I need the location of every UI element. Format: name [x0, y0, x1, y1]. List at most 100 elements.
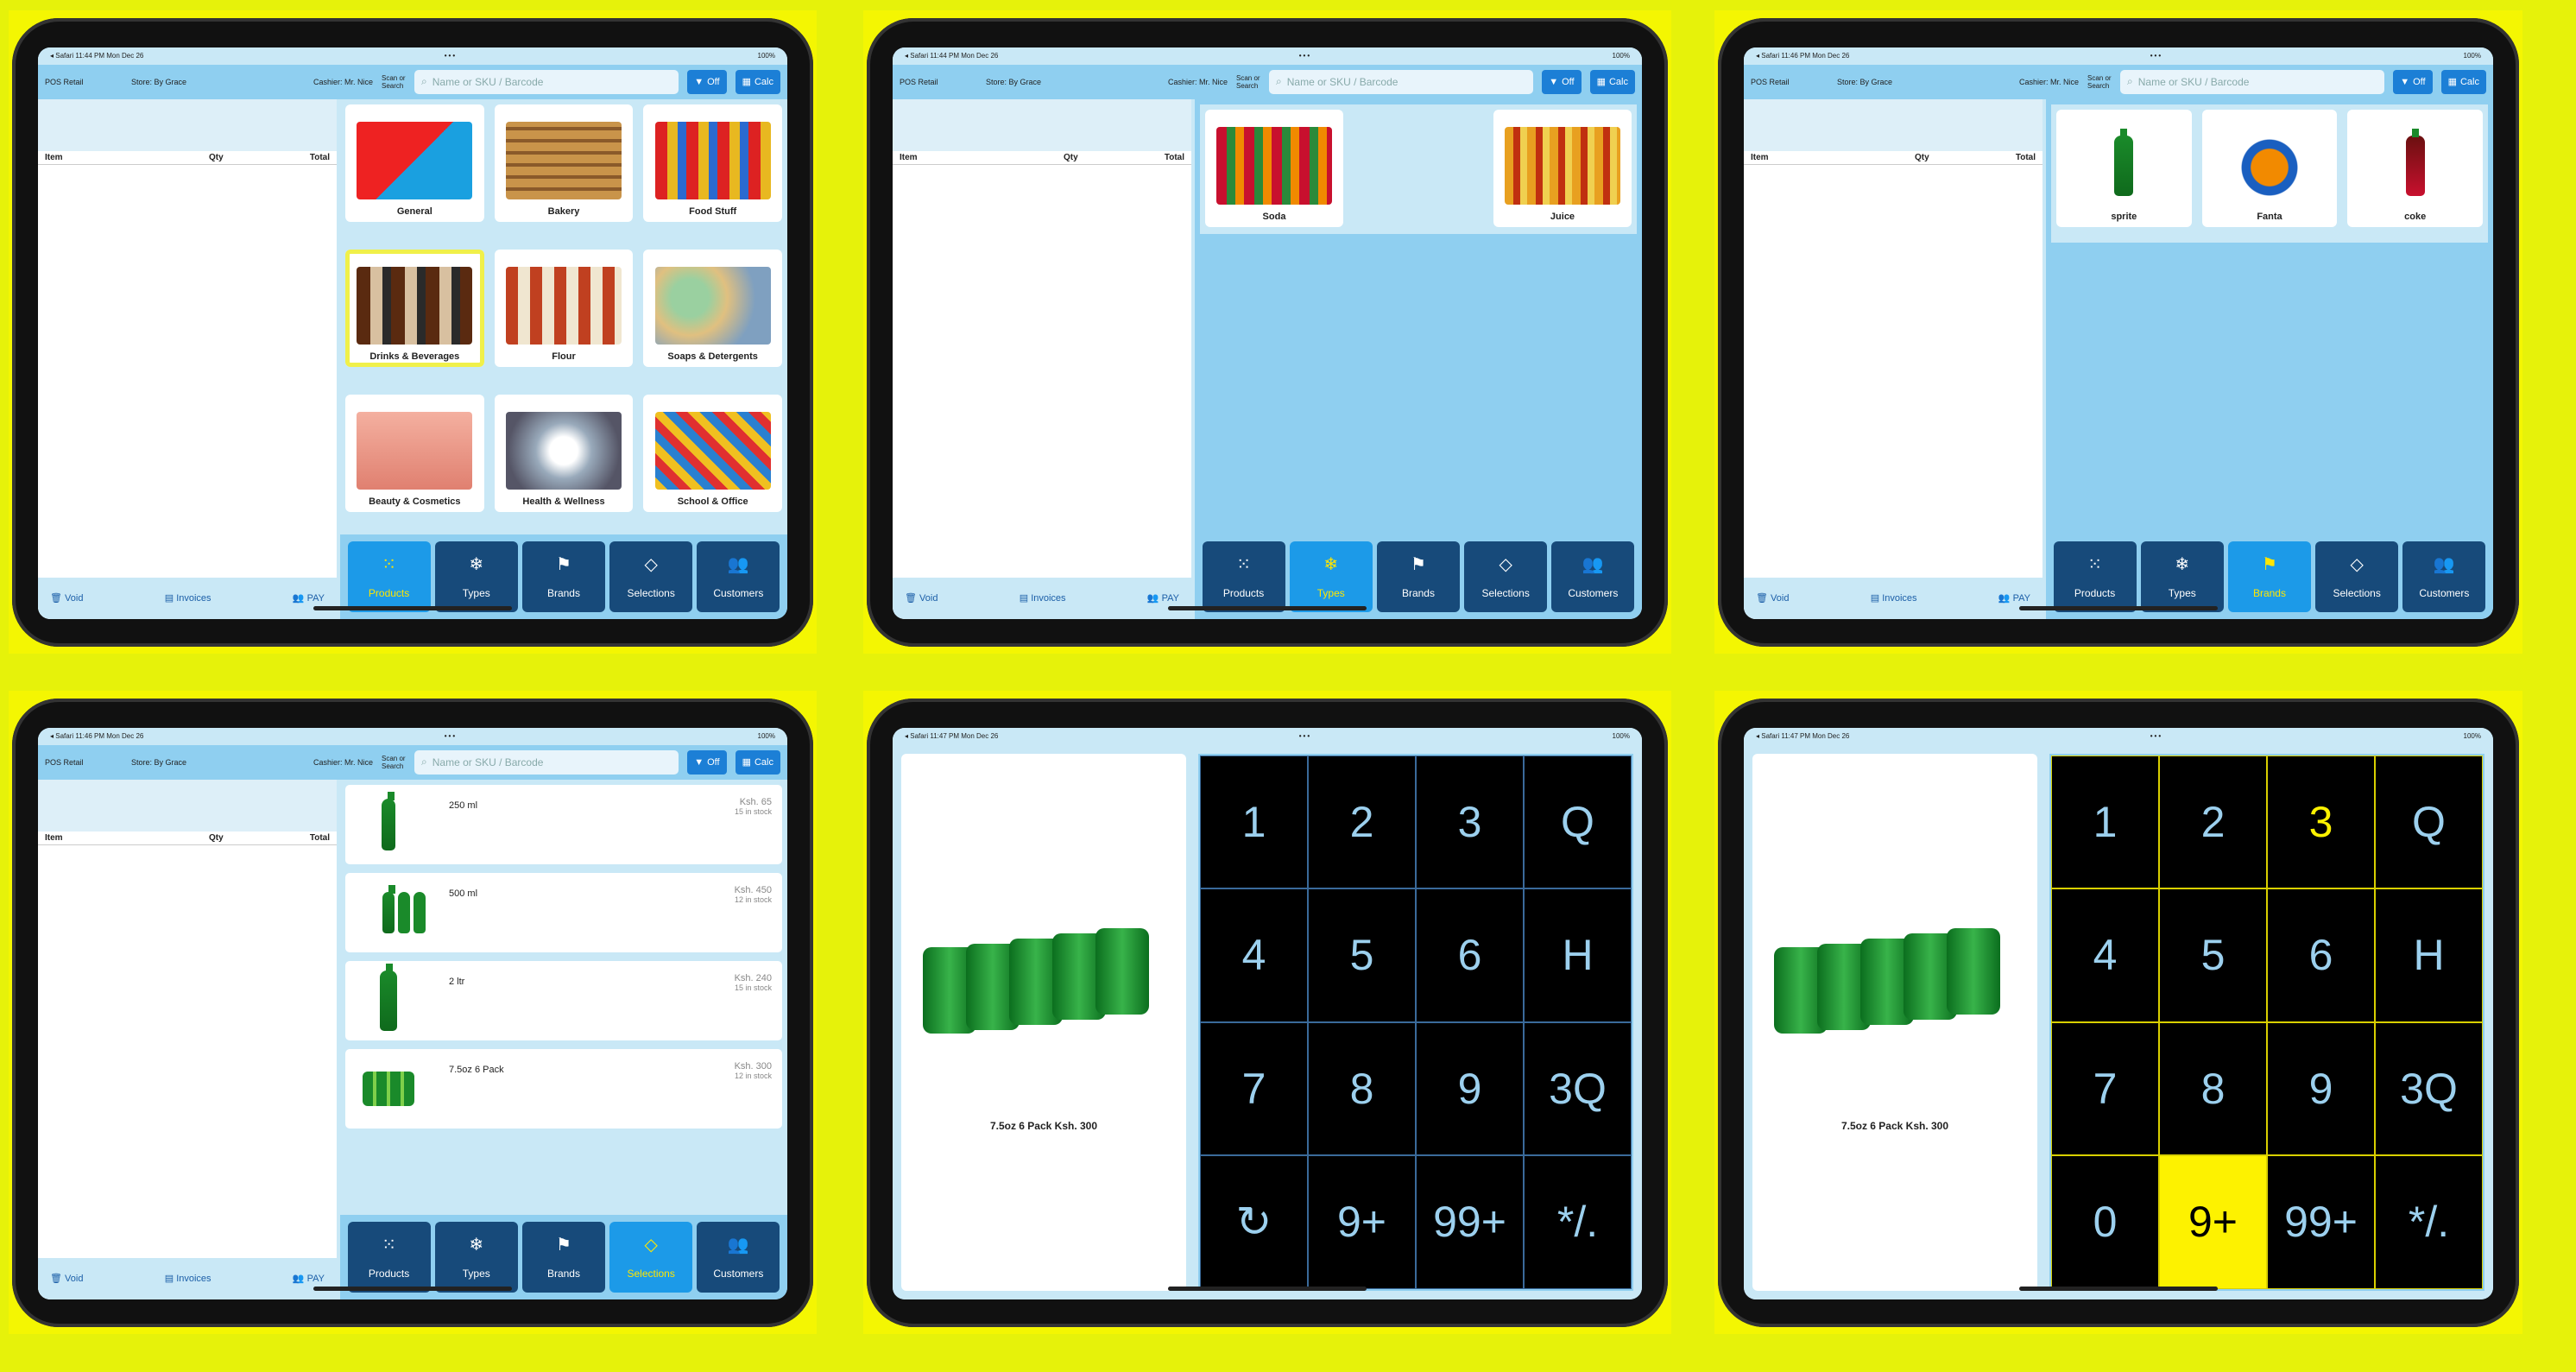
- product-row[interactable]: 500 ml Ksh. 450 12 in stock: [345, 872, 782, 952]
- home-indicator: [1168, 1286, 1367, 1291]
- category-tile-selected[interactable]: Drinks & Beverages: [345, 249, 484, 367]
- keypad-key[interactable]: H: [1524, 888, 1632, 1022]
- keypad-key[interactable]: 99+: [2267, 1155, 2375, 1289]
- type-tile[interactable]: Juice: [1493, 109, 1632, 227]
- nav-customers-button[interactable]: 👥 Customers: [1551, 541, 1635, 612]
- keypad-key[interactable]: 5: [2159, 888, 2267, 1022]
- nav-products-button[interactable]: ⁙ Products: [2053, 541, 2137, 612]
- nav-types-button[interactable]: ❄ Types: [2140, 541, 2224, 612]
- category-tile[interactable]: Flour: [494, 249, 634, 367]
- category-tile[interactable]: Bakery: [494, 104, 634, 222]
- keypad-key[interactable]: 2: [2159, 755, 2267, 888]
- category-tile[interactable]: Health & Wellness: [494, 394, 634, 512]
- keypad-key[interactable]: 9: [1416, 1021, 1524, 1155]
- void-button[interactable]: 🗑 Void: [50, 592, 83, 604]
- nav-types-button[interactable]: ❄ Types: [434, 541, 518, 612]
- filter-off-button[interactable]: ▼ Off: [687, 69, 727, 94]
- pay-button[interactable]: 👥 PAY: [293, 592, 325, 604]
- nav-brands-button[interactable]: ⚑ Brands: [521, 541, 605, 612]
- keypad-key[interactable]: 4: [1200, 888, 1308, 1022]
- cart-summary: [38, 779, 337, 831]
- nav-selections-button[interactable]: ◇ Selections: [609, 1221, 693, 1293]
- category-tile[interactable]: Food Stuff: [643, 104, 782, 222]
- brand-tile[interactable]: Fanta: [2201, 109, 2338, 227]
- invoices-button[interactable]: ▤ Invoices: [1871, 592, 1917, 604]
- invoices-button[interactable]: ▤ Invoices: [165, 1273, 212, 1284]
- nav-customers-button[interactable]: 👥 Customers: [2402, 541, 2486, 612]
- search-input[interactable]: ⌕ Name or SKU / Barcode: [2120, 69, 2385, 94]
- nav-types-button[interactable]: ❄ Types: [1289, 541, 1373, 612]
- search-input[interactable]: ⌕ Name or SKU / Barcode: [414, 69, 679, 94]
- void-button[interactable]: 🗑 Void: [50, 1273, 83, 1284]
- keypad-key[interactable]: 3Q: [1524, 1021, 1632, 1155]
- keypad-key[interactable]: 9+: [2159, 1155, 2267, 1289]
- keypad-key[interactable]: 4: [2051, 888, 2159, 1022]
- filter-off-button[interactable]: ▼ Off: [1542, 69, 1582, 94]
- keypad-key[interactable]: Q: [1524, 755, 1632, 888]
- product-row[interactable]: 2 ltr Ksh. 240 15 in stock: [345, 960, 782, 1040]
- pay-button[interactable]: 👥 PAY: [1147, 592, 1179, 604]
- home-indicator: [2019, 605, 2218, 610]
- brand-tile[interactable]: coke: [2347, 109, 2483, 227]
- keypad-key[interactable]: 6: [1416, 888, 1524, 1022]
- keypad-key[interactable]: 7: [1200, 1021, 1308, 1155]
- search-input[interactable]: ⌕ Name or SKU / Barcode: [1269, 69, 1534, 94]
- nav-customers-button[interactable]: 👥 Customers: [697, 1221, 780, 1293]
- nav-brands-button[interactable]: ⚑ Brands: [1376, 541, 1460, 612]
- invoices-button[interactable]: ▤ Invoices: [165, 592, 212, 604]
- keypad-key[interactable]: 99+: [1416, 1155, 1524, 1289]
- nav-brands-button[interactable]: ⚑ Brands: [2227, 541, 2311, 612]
- category-tile[interactable]: General: [345, 104, 484, 222]
- keypad-key[interactable]: 9: [2267, 1021, 2375, 1155]
- category-tile[interactable]: Beauty & Cosmetics: [345, 394, 484, 512]
- undo-icon[interactable]: ↻: [1200, 1155, 1308, 1289]
- calc-button[interactable]: ▦ Calc: [735, 69, 780, 94]
- nav-brands-button[interactable]: ⚑ Brands: [521, 1221, 605, 1293]
- cart-footer: 🗑 Void ▤ Invoices 👥 PAY: [893, 577, 1191, 619]
- nav-selections-button[interactable]: ◇ Selections: [609, 541, 693, 612]
- keypad-key[interactable]: 6: [2267, 888, 2375, 1022]
- calc-button[interactable]: ▦ Calc: [735, 749, 780, 775]
- keypad-key[interactable]: 0: [2051, 1155, 2159, 1289]
- category-tile[interactable]: Soaps & Detergents: [643, 249, 782, 367]
- keypad-key[interactable]: H: [2375, 888, 2483, 1022]
- product-row[interactable]: 250 ml Ksh. 65 15 in stock: [345, 784, 782, 864]
- pay-button[interactable]: 👥 PAY: [1998, 592, 2030, 604]
- search-input[interactable]: ⌕ Name or SKU / Barcode: [414, 749, 679, 775]
- calc-button[interactable]: ▦ Calc: [2440, 69, 2486, 94]
- keypad-grid: 1 2 3 Q 4 5 6 H 7 8 9 3Q 0 9+ 99+ */.: [2049, 753, 2484, 1291]
- keypad-key[interactable]: 1: [1200, 755, 1308, 888]
- keypad-key[interactable]: Q: [2375, 755, 2483, 888]
- keypad-key[interactable]: 7: [2051, 1021, 2159, 1155]
- type-tile[interactable]: Soda: [1205, 109, 1343, 227]
- nav-products-button[interactable]: ⁙ Products: [347, 1221, 431, 1293]
- nav-products-button[interactable]: ⁙ Products: [347, 541, 431, 612]
- category-tile[interactable]: School & Office: [643, 394, 782, 512]
- calc-button[interactable]: ▦ Calc: [1589, 69, 1635, 94]
- filter-off-button[interactable]: ▼ Off: [687, 749, 727, 775]
- keypad-key[interactable]: */.: [1524, 1155, 1632, 1289]
- nav-selections-button[interactable]: ◇ Selections: [1464, 541, 1548, 612]
- keypad-key[interactable]: */.: [2375, 1155, 2483, 1289]
- keypad-key[interactable]: 3Q: [2375, 1021, 2483, 1155]
- filter-off-button[interactable]: ▼ Off: [2393, 69, 2433, 94]
- trash-icon: 🗑: [50, 593, 66, 604]
- nav-products-button[interactable]: ⁙ Products: [1202, 541, 1285, 612]
- keypad-key[interactable]: 5: [1308, 888, 1416, 1022]
- nav-customers-button[interactable]: 👥 Customers: [697, 541, 780, 612]
- product-row[interactable]: 7.5oz 6 Pack Ksh. 300 12 in stock: [345, 1048, 782, 1129]
- invoices-button[interactable]: ▤ Invoices: [1020, 592, 1066, 604]
- brand-tile[interactable]: sprite: [2056, 109, 2192, 227]
- keypad-key[interactable]: 1: [2051, 755, 2159, 888]
- keypad-key[interactable]: 8: [2159, 1021, 2267, 1155]
- void-button[interactable]: 🗑 Void: [905, 592, 938, 604]
- pay-button[interactable]: 👥 PAY: [293, 1273, 325, 1284]
- keypad-key[interactable]: 9+: [1308, 1155, 1416, 1289]
- keypad-key[interactable]: 2: [1308, 755, 1416, 888]
- keypad-key[interactable]: 3: [2267, 755, 2375, 888]
- nav-types-button[interactable]: ❄ Types: [434, 1221, 518, 1293]
- nav-selections-button[interactable]: ◇ Selections: [2315, 541, 2399, 612]
- keypad-key[interactable]: 8: [1308, 1021, 1416, 1155]
- keypad-key[interactable]: 3: [1416, 755, 1524, 888]
- void-button[interactable]: 🗑 Void: [1756, 592, 1789, 604]
